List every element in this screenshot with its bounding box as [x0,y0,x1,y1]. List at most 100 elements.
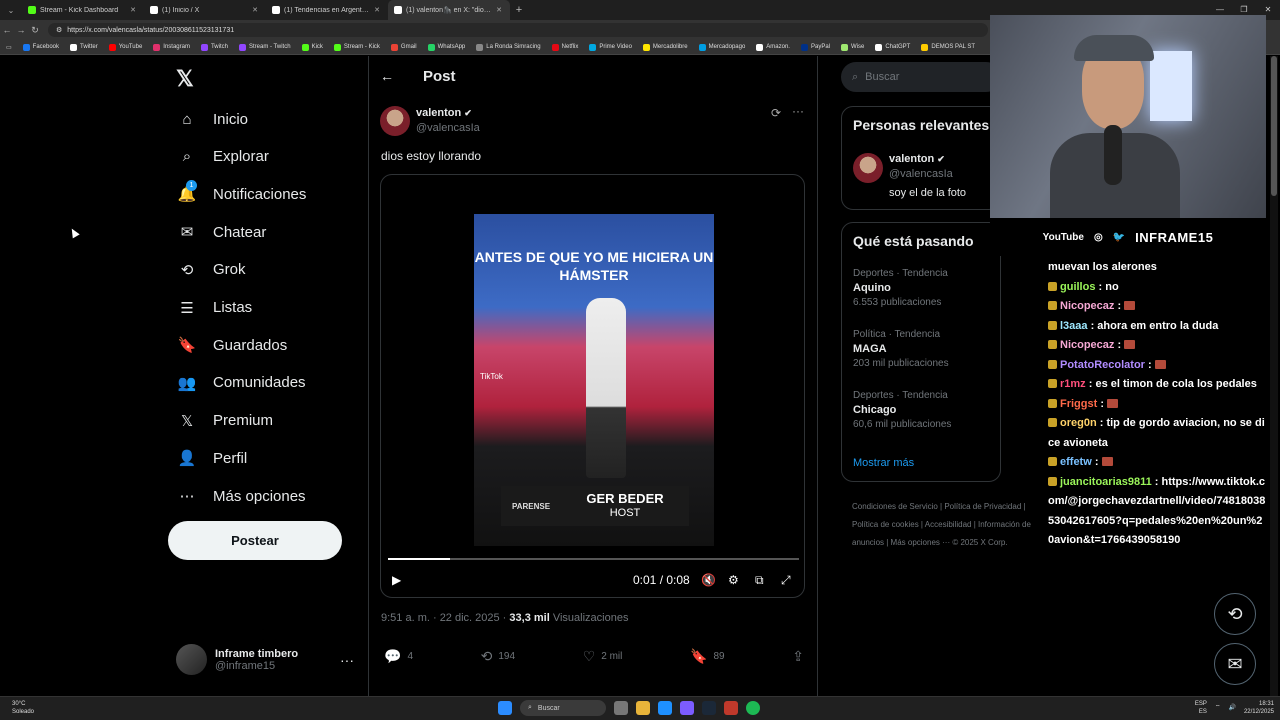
taskbar-search[interactable]: ⌕ Buscar [520,700,606,716]
forward-icon[interactable]: → [14,25,28,35]
new-tab-button[interactable]: + [510,4,528,16]
video-progress-bar[interactable] [388,558,799,560]
bookmark-item[interactable]: Gmail [390,43,417,51]
nav-item-explorar[interactable]: ⌕ Explorar [177,145,269,169]
bookmark-item[interactable]: Wise [841,43,864,51]
chat-username[interactable]: guillos [1060,281,1095,293]
bookmark-item[interactable]: Twitter [70,43,98,51]
site-info-icon[interactable]: ⚙ [56,26,62,34]
pip-icon[interactable]: ⧉ [755,573,764,588]
video-player[interactable]: ANTES DE QUE YO ME HICIERA UN HÁMSTER Ti… [380,174,805,598]
back-arrow-icon[interactable]: ← [380,68,394,84]
bookmark-item[interactable]: Instagram [153,43,190,51]
trend-item[interactable]: Política · Tendencia MAGA 203 mil publicac… [853,329,949,369]
apps-icon[interactable]: ▭ [6,44,12,51]
fullscreen-icon[interactable]: ⤢ [781,573,791,588]
steam-icon[interactable] [702,701,716,715]
trend-item[interactable]: Deportes · Tendencia Chicago 60,6 mil publ… [853,390,951,430]
play-icon[interactable]: ▶ [392,573,401,587]
bookmark-item[interactable]: DEMOS PAL ST [921,43,975,51]
chat-username[interactable]: juancitoarias9811 [1060,476,1152,488]
close-tab-icon[interactable]: ✕ [130,6,136,14]
nav-item-comunidades[interactable]: 👥 Comunidades [177,371,306,395]
scrollbar[interactable] [1270,56,1278,696]
relevant-avatar[interactable] [853,153,883,183]
chat-username[interactable]: Nicopecaz [1060,300,1114,312]
close-tab-icon[interactable]: ✕ [496,6,502,14]
back-icon[interactable]: ← [0,25,14,35]
bookmark-item[interactable]: Facebook [22,43,59,51]
grok-icon[interactable]: ⟳ [771,106,781,120]
browser-tab[interactable]: (1) valenton🦍 en X: "dios estoy llo ✕ [388,0,510,20]
chat-username[interactable]: l3aaa [1060,320,1088,332]
bookmark-button[interactable]: 🔖 89 [690,648,725,665]
file-explorer-icon[interactable] [636,701,650,715]
chat-username[interactable]: r1mz [1060,378,1086,390]
nav-item-grok[interactable]: ⟲ Grok [177,258,246,282]
chat-username[interactable]: PotatoRecolator [1060,359,1145,371]
task-view-icon[interactable] [614,701,628,715]
share-button[interactable]: ⇪ [792,648,804,665]
nav-item-más-opciones[interactable]: ⋯ Más opciones [177,484,306,508]
bookmark-item[interactable]: Prime Video [589,43,632,51]
close-tab-icon[interactable]: ✕ [374,6,380,14]
repost-button[interactable]: ⟲ 194 [481,648,515,665]
bookmark-item[interactable]: Twitch [200,43,228,51]
author-name[interactable]: valenton ✔ [416,107,472,119]
edge-icon[interactable] [658,701,672,715]
browser-tab[interactable]: Stream - Kick Dashboard ✕ [22,0,144,20]
url-field[interactable]: ⚙ https://x.com/valencasla/status/200308… [48,23,988,37]
chat-username[interactable]: effetw [1060,456,1092,468]
author-avatar[interactable] [380,106,410,136]
close-tab-icon[interactable]: ✕ [252,6,258,14]
language-indicator[interactable]: ESP ES [1195,700,1207,716]
browser-tab[interactable]: (1) Tendencias en Argentina (@pc✕ [266,0,388,20]
search-input[interactable]: ⌕ Buscar [841,62,1001,92]
nav-item-listas[interactable]: ☰ Listas [177,296,252,320]
more-options-icon[interactable]: ··· [792,104,804,118]
trend-item[interactable]: Deportes · Tendencia Aquino 6.553 publicac… [853,268,948,308]
system-tray[interactable]: ESP ES ⌔ 🔊 18:31 22/12/2025 [1195,700,1274,716]
nav-item-guardados[interactable]: 🔖 Guardados [177,333,288,357]
grok-fab[interactable]: ⟲ [1214,593,1256,635]
bookmark-item[interactable]: YouTube [108,43,142,51]
reply-button[interactable]: 💬 4 [384,648,413,665]
bookmark-item[interactable]: Mercadopago [698,43,745,51]
weather-widget[interactable]: 30°C Soleado [12,700,34,716]
spotify-icon[interactable] [746,701,760,715]
account-switcher[interactable]: Inframe timbero @inframe15 [176,644,298,675]
nav-item-chatear[interactable]: ✉ Chatear [177,220,267,244]
clock[interactable]: 18:31 22/12/2025 [1244,700,1274,716]
mute-icon[interactable]: 🔇 [701,573,716,587]
discord-icon[interactable] [680,701,694,715]
account-more-icon[interactable]: ··· [340,652,354,668]
bookmark-item[interactable]: PayPal [800,43,830,51]
bookmark-item[interactable]: Mercadolibre [642,43,688,51]
x-logo[interactable]: 𝕏 [176,66,194,92]
volume-icon[interactable]: 🔊 [1228,704,1235,712]
tab-menu-icon[interactable]: ⌄ [0,6,22,15]
nav-item-premium[interactable]: 𝕏 Premium [177,409,273,433]
messages-fab[interactable]: ✉ [1214,643,1256,685]
nav-item-inicio[interactable]: ⌂ Inicio [177,107,248,131]
app-icon[interactable] [724,701,738,715]
bookmark-item[interactable]: WhatsApp [427,43,465,51]
start-icon[interactable] [498,701,512,715]
wifi-icon[interactable]: ⌔ [1215,704,1221,712]
settings-icon[interactable]: ⚙ [728,573,739,587]
browser-tab[interactable]: (1) Inicio / X ✕ [144,0,266,20]
post-button[interactable]: Postear [168,521,342,560]
bookmark-item[interactable]: Netflix [551,43,578,51]
bookmark-item[interactable]: Amazon. [756,43,790,51]
show-more-link[interactable]: Mostrar más [853,457,914,469]
video-frame[interactable]: ANTES DE QUE YO ME HICIERA UN HÁMSTER Ti… [474,214,714,546]
chat-username[interactable]: Friggst [1060,398,1097,410]
nav-item-perfil[interactable]: 👤 Perfil [177,446,248,470]
bookmark-item[interactable]: Stream - Kick [333,43,380,51]
bookmark-item[interactable]: Kick [301,43,323,51]
bookmark-item[interactable]: ChatGPT [875,43,910,51]
chat-username[interactable]: Nicopecaz [1060,339,1114,351]
footer-links[interactable]: Condiciones de Servicio | Política de Pr… [852,498,1052,552]
scrollbar-thumb[interactable] [1271,56,1277,196]
relevant-name[interactable]: valenton ✔ [889,153,945,165]
